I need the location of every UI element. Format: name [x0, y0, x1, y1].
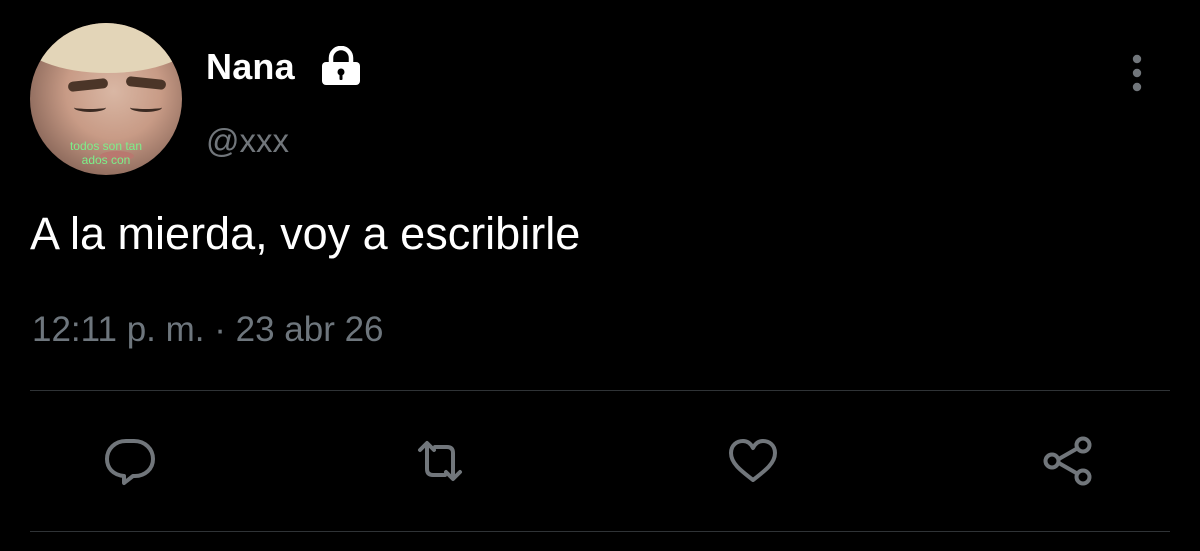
- tweet-timestamp[interactable]: 12:11 p. m. · 23 abr 26: [32, 310, 384, 350]
- avatar-brow: [125, 75, 167, 91]
- avatar-eye: [130, 103, 162, 112]
- user-handle[interactable]: @xxx: [206, 122, 289, 160]
- avatar[interactable]: todos son tan ados con: [30, 23, 182, 175]
- tweet-text: A la mierda, voy a escribirle: [30, 208, 581, 259]
- avatar-caption-line: ados con: [81, 153, 131, 167]
- display-name[interactable]: Nana: [206, 46, 295, 88]
- avatar-eye: [74, 103, 106, 112]
- divider: [30, 390, 1170, 391]
- retweet-button[interactable]: [412, 433, 468, 489]
- retweet-icon: [418, 441, 462, 481]
- comment-bubble-icon: [105, 439, 155, 485]
- avatar-brow: [67, 77, 109, 93]
- lock-icon: [322, 46, 360, 85]
- like-button[interactable]: [725, 433, 781, 489]
- vertical-ellipsis-icon[interactable]: [1122, 52, 1152, 94]
- avatar-caption: todos son tan ados con: [30, 139, 182, 167]
- heart-icon: [729, 439, 777, 482]
- share-icon: [1043, 436, 1092, 486]
- divider: [30, 531, 1170, 532]
- tweet-detail: todos son tan ados con Nana @xxx A la mi…: [0, 0, 1200, 551]
- share-button[interactable]: [1040, 433, 1096, 489]
- reply-button[interactable]: [102, 433, 158, 489]
- avatar-caption-line: todos son tan: [69, 139, 143, 153]
- avatar-hair: [30, 23, 182, 73]
